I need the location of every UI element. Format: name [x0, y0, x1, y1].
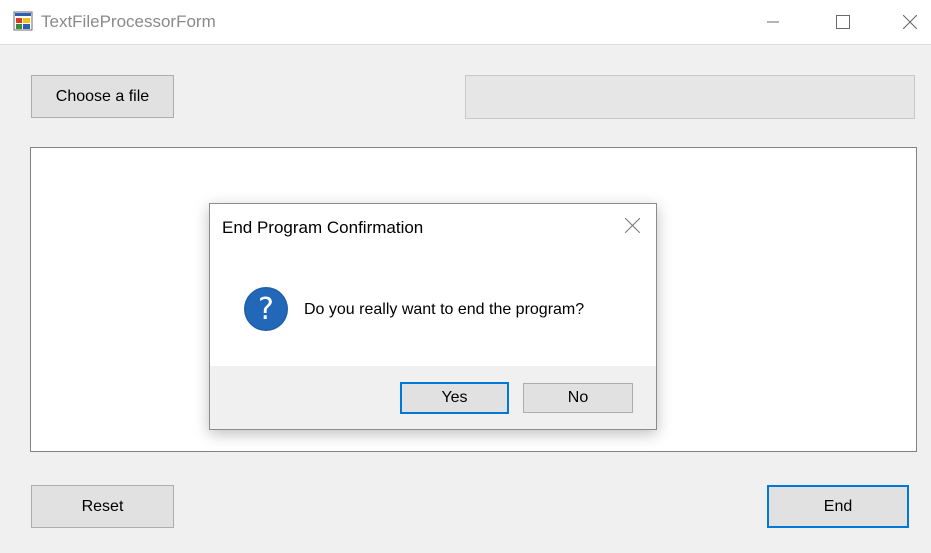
- window-title: TextFileProcessorForm: [41, 12, 216, 31]
- end-program-dialog: End Program Confirmation ? Do you really…: [209, 203, 657, 430]
- close-icon: [903, 15, 917, 29]
- dialog-message: Do you really want to end the program?: [304, 301, 585, 318]
- dialog-close-button[interactable]: [614, 209, 650, 241]
- close-icon: [624, 217, 640, 233]
- choose-file-button[interactable]: Choose a file: [31, 75, 174, 118]
- end-button[interactable]: End: [767, 485, 909, 528]
- dialog-button-bar: Yes No: [210, 366, 656, 429]
- maximize-button[interactable]: [820, 0, 866, 44]
- question-icon: ?: [243, 286, 289, 332]
- no-button[interactable]: No: [523, 383, 633, 413]
- file-path-field[interactable]: [465, 75, 915, 119]
- dialog-title: End Program Confirmation: [222, 218, 424, 237]
- minimize-button[interactable]: [750, 0, 796, 44]
- minimize-icon: [767, 21, 779, 23]
- maximize-icon: [836, 15, 850, 29]
- svg-text:?: ?: [258, 292, 274, 327]
- close-button[interactable]: [889, 0, 931, 44]
- windows-form-icon: [13, 11, 33, 31]
- yes-button[interactable]: Yes: [400, 382, 509, 414]
- reset-button[interactable]: Reset: [31, 485, 174, 528]
- title-bar: TextFileProcessorForm: [0, 0, 931, 45]
